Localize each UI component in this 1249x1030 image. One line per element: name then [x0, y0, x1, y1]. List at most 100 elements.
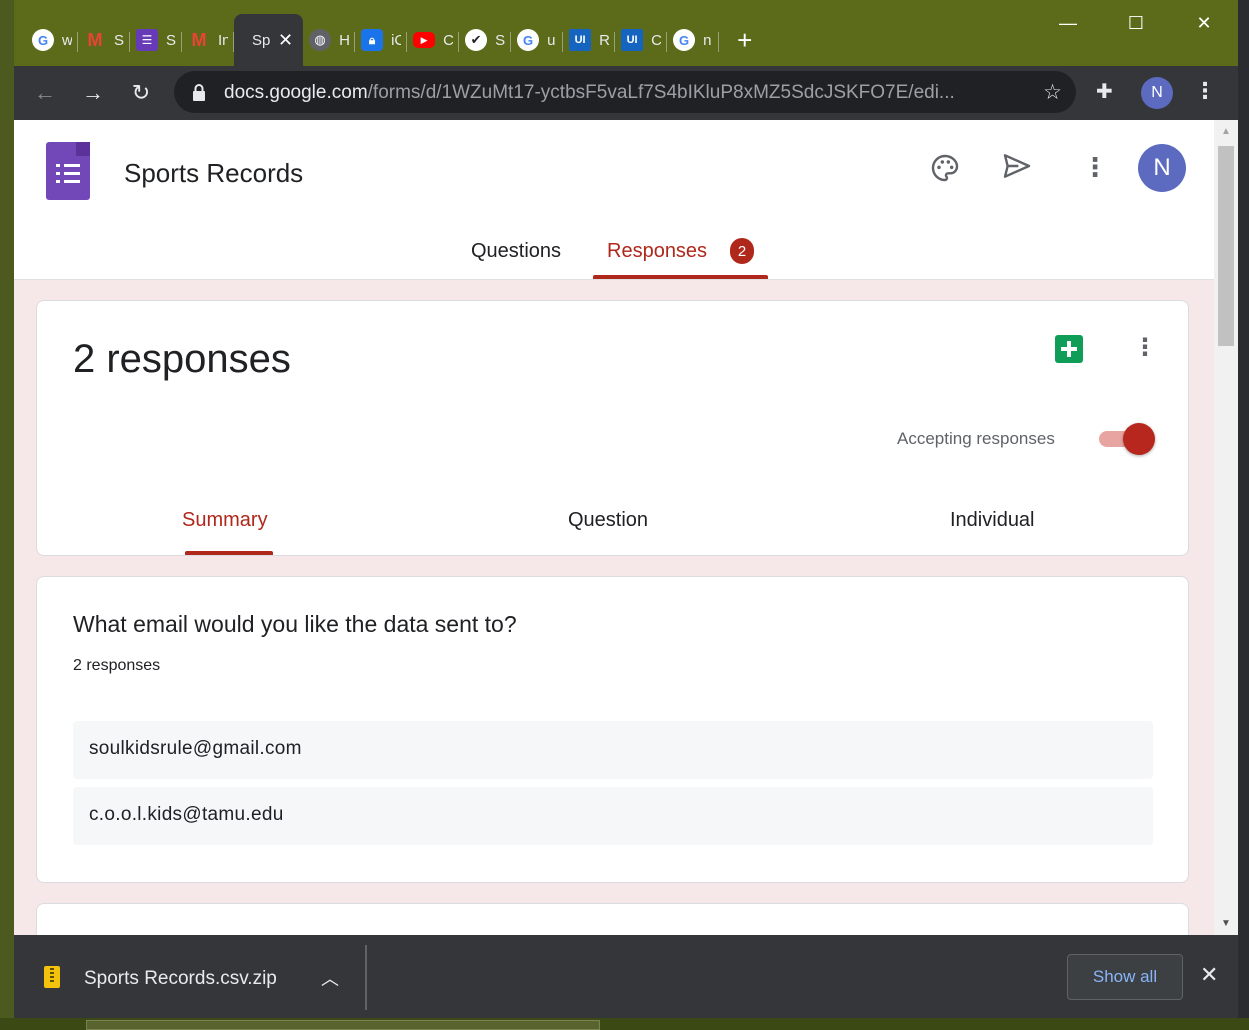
browser-tab-active[interactable]: Sp ✕ — [234, 14, 304, 66]
toggle-knob[interactable] — [1123, 423, 1155, 455]
browser-tab[interactable]: M S — [78, 20, 130, 60]
sheets-icon-bar — [1061, 347, 1077, 351]
tab-separator — [718, 32, 720, 52]
forward-arrow-icon[interactable]: → — [78, 78, 108, 108]
globe-icon: ◍ — [309, 29, 332, 51]
responses-summary-card: 2 responses ⋮ Accepting responses Summar… — [36, 300, 1189, 556]
scroll-up-icon[interactable]: ▲ — [1221, 126, 1231, 137]
minimize-icon[interactable]: — — [1034, 0, 1102, 46]
tab-title: S — [114, 31, 124, 49]
logo-gap — [60, 164, 64, 167]
subtab-summary[interactable]: Summary — [182, 509, 268, 532]
account-avatar[interactable]: N — [1138, 144, 1186, 192]
palette-icon[interactable] — [929, 152, 961, 184]
tab-strip: G w M S ☰ S M In Sp ✕ ◍ H 🔒︎ iC ▶ C ✔ S … — [14, 0, 1238, 66]
browser-tab[interactable]: G u — [511, 20, 564, 60]
browser-tab[interactable]: ☰ S — [130, 20, 182, 60]
google-icon: G — [673, 29, 696, 51]
close-window-icon[interactable]: ✕ — [1170, 0, 1238, 46]
tab-responses[interactable]: Responses — [607, 240, 707, 263]
chevron-up-icon[interactable]: ︿ — [321, 965, 339, 991]
zip-teeth — [50, 968, 54, 984]
bookmark-star-icon[interactable]: ☆ — [1043, 80, 1062, 105]
address-bar[interactable]: docs.google.com/forms/d/1WZuMt17-yctbsF5… — [174, 71, 1076, 113]
browser-tab[interactable]: UI R — [563, 20, 616, 60]
taskbar-window-preview — [86, 1020, 600, 1030]
close-tab-icon[interactable]: ✕ — [278, 30, 293, 51]
desktop-background-right — [1238, 0, 1249, 1030]
page-scrollbar[interactable]: ▲ ▼ — [1214, 120, 1238, 935]
tab-list: G w M S ☰ S M In Sp ✕ ◍ H 🔒︎ iC ▶ C ✔ S … — [26, 14, 752, 66]
tab-title: In — [218, 31, 228, 49]
tab-questions[interactable]: Questions — [471, 240, 561, 263]
browser-tab[interactable]: ◍ H — [303, 20, 356, 60]
close-shelf-icon[interactable]: ✕ — [1200, 962, 1218, 988]
next-question-card — [36, 903, 1189, 935]
tab-title: iC — [391, 31, 402, 49]
download-filename[interactable]: Sports Records.csv.zip — [84, 968, 277, 990]
ui-icon: UI — [569, 29, 592, 51]
subtab-individual[interactable]: Individual — [950, 509, 1035, 532]
responses-count-heading: 2 responses — [73, 337, 291, 381]
forms-header: Sports Records ⋮ N Questions Responses 2 — [14, 120, 1214, 280]
browser-tab[interactable]: G n — [667, 20, 720, 60]
download-shelf: Sports Records.csv.zip ︿ Show all ✕ — [14, 935, 1238, 1018]
google-forms-logo-icon[interactable] — [46, 142, 90, 200]
tab-title: C — [443, 31, 454, 49]
back-arrow-icon[interactable]: ← — [30, 78, 60, 108]
url-host: docs.google.com — [224, 82, 368, 103]
browser-tab[interactable]: M In — [182, 20, 234, 60]
profile-avatar[interactable]: N — [1141, 77, 1173, 109]
form-title[interactable]: Sports Records — [124, 158, 303, 189]
responses-count-badge: 2 — [730, 238, 754, 264]
browser-menu-icon[interactable]: ⋮ — [1194, 78, 1216, 104]
response-item: c.o.o.l.kids@tamu.edu — [73, 787, 1153, 845]
browser-toolbar: ← → ↻ docs.google.com/forms/d/1WZuMt17-y… — [14, 66, 1238, 120]
url-path: /forms/d/1WZuMt17-yctbsF5vaLf7S4bIKluP8x… — [367, 82, 955, 103]
page-viewport: Sports Records ⋮ N Questions Responses 2… — [14, 120, 1238, 935]
browser-tab[interactable]: 🔒︎ iC — [355, 20, 408, 60]
browser-tab[interactable]: UI C — [615, 20, 668, 60]
reload-icon[interactable]: ↻ — [126, 78, 156, 108]
google-icon: G — [32, 29, 54, 51]
more-options-icon[interactable]: ⋮ — [1082, 152, 1108, 183]
browser-tab[interactable]: G w — [26, 20, 78, 60]
browser-window: G w M S ☰ S M In Sp ✕ ◍ H 🔒︎ iC ▶ C ✔ S … — [14, 0, 1238, 1018]
logo-fold — [76, 142, 90, 156]
lock-icon — [193, 84, 205, 101]
gmail-icon: M — [191, 29, 207, 50]
tab-title: H — [339, 31, 350, 49]
tab-title: S — [495, 31, 506, 49]
zip-file-icon — [44, 966, 60, 988]
logo-gap — [60, 172, 64, 175]
youtube-icon: ▶ — [413, 32, 436, 48]
url-text: docs.google.com/forms/d/1WZuMt17-yctbsF5… — [224, 82, 1014, 104]
google-icon: G — [517, 29, 540, 51]
tab-title: C — [651, 31, 662, 49]
active-tab-indicator — [593, 275, 768, 279]
tab-title: w — [62, 31, 72, 49]
desktop-taskbar-strip — [0, 1018, 1249, 1030]
responses-more-icon[interactable]: ⋮ — [1133, 333, 1157, 362]
show-all-button[interactable]: Show all — [1067, 954, 1183, 1000]
scroll-down-icon[interactable]: ▼ — [1221, 918, 1231, 929]
tab-title: S — [166, 31, 176, 49]
send-icon[interactable] — [1000, 150, 1034, 182]
maximize-icon[interactable]: ☐ — [1102, 0, 1170, 46]
browser-tab[interactable]: ▶ C — [407, 20, 460, 60]
shelf-divider — [365, 945, 367, 1010]
active-subtab-indicator — [185, 551, 273, 555]
question-response-count: 2 responses — [73, 657, 161, 674]
accepting-responses-label: Accepting responses — [897, 429, 1055, 448]
browser-tab[interactable]: ✔ S — [459, 20, 512, 60]
scrollbar-thumb[interactable] — [1218, 146, 1234, 346]
check-icon: ✔ — [465, 29, 488, 51]
tab-title: R — [599, 31, 610, 49]
sheets-icon[interactable] — [1055, 335, 1083, 363]
new-tab-plus-icon[interactable]: + — [737, 25, 752, 56]
subtab-question[interactable]: Question — [568, 509, 648, 532]
gmail-icon: M — [87, 29, 103, 50]
extensions-puzzle-icon[interactable]: ✚ — [1096, 79, 1113, 104]
logo-gap — [60, 180, 64, 183]
tab-title: u — [547, 31, 556, 49]
